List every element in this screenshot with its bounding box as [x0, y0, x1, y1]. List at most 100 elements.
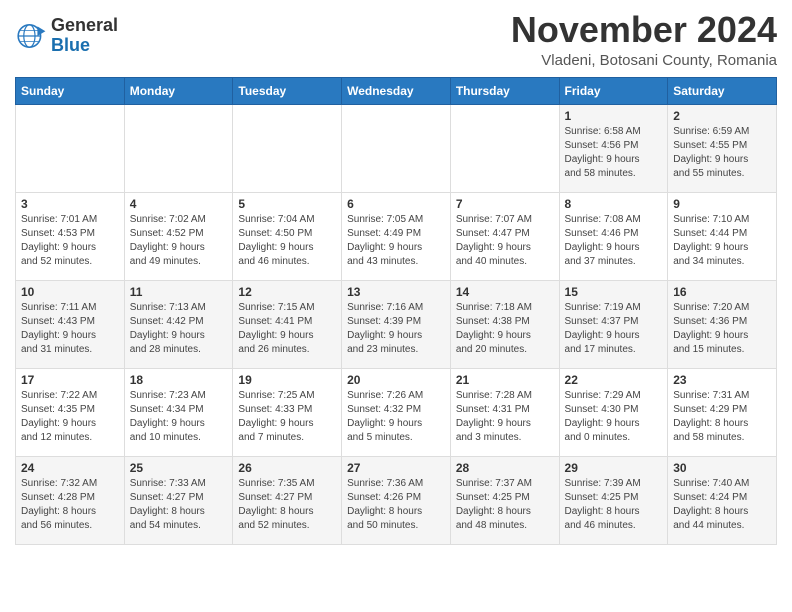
day-info: Sunrise: 7:08 AM Sunset: 4:46 PM Dayligh… [565, 213, 663, 269]
day-number: 20 [347, 373, 445, 387]
logo-text: General Blue [51, 16, 118, 56]
calendar-container: General Blue November 2024 Vladeni, Boto… [0, 0, 792, 560]
day-number: 7 [456, 197, 554, 211]
day-info: Sunrise: 7:23 AM Sunset: 4:34 PM Dayligh… [130, 389, 228, 445]
calendar-cell: 13Sunrise: 7:16 AM Sunset: 4:39 PM Dayli… [342, 280, 451, 368]
day-number: 1 [565, 109, 663, 123]
calendar-cell [124, 104, 233, 192]
day-number: 12 [238, 285, 336, 299]
day-info: Sunrise: 7:10 AM Sunset: 4:44 PM Dayligh… [673, 213, 771, 269]
calendar-week-row: 1 Sunrise: 6:58 AM Sunset: 4:56 PM Daylig… [16, 104, 777, 192]
day-info: Sunrise: 7:28 AM Sunset: 4:31 PM Dayligh… [456, 389, 554, 445]
logo-icon [15, 20, 47, 52]
calendar-cell: 26Sunrise: 7:35 AM Sunset: 4:27 PM Dayli… [233, 456, 342, 544]
calendar-header-row: SundayMondayTuesdayWednesdayThursdayFrid… [16, 77, 777, 104]
calendar-cell: 28Sunrise: 7:37 AM Sunset: 4:25 PM Dayli… [450, 456, 559, 544]
day-info: Sunrise: 7:01 AM Sunset: 4:53 PM Dayligh… [21, 213, 119, 269]
day-number: 21 [456, 373, 554, 387]
day-info: Sunrise: 7:16 AM Sunset: 4:39 PM Dayligh… [347, 301, 445, 357]
day-info: Sunrise: 7:04 AM Sunset: 4:50 PM Dayligh… [238, 213, 336, 269]
calendar-cell: 10Sunrise: 7:11 AM Sunset: 4:43 PM Dayli… [16, 280, 125, 368]
day-info: Sunrise: 7:15 AM Sunset: 4:41 PM Dayligh… [238, 301, 336, 357]
day-info: Sunrise: 7:37 AM Sunset: 4:25 PM Dayligh… [456, 477, 554, 533]
calendar-cell: 24 Sunrise: 7:32 AM Sunset: 4:28 PM Dayli… [16, 456, 125, 544]
day-number: 2 [673, 109, 771, 123]
col-header-tuesday: Tuesday [233, 77, 342, 104]
day-number: 27 [347, 461, 445, 475]
day-number: 11 [130, 285, 228, 299]
calendar-cell: 27 Sunrise: 7:36 AM Sunset: 4:26 PM Dayli… [342, 456, 451, 544]
calendar-cell: 25Sunrise: 7:33 AM Sunset: 4:27 PM Dayli… [124, 456, 233, 544]
day-number: 18 [130, 373, 228, 387]
calendar-cell: 8 Sunrise: 7:08 AM Sunset: 4:46 PM Daylig… [559, 192, 668, 280]
calendar-cell: 21 Sunrise: 7:28 AM Sunset: 4:31 PM Dayli… [450, 368, 559, 456]
calendar-cell: 23 Sunrise: 7:31 AM Sunset: 4:29 PM Dayli… [668, 368, 777, 456]
day-number: 19 [238, 373, 336, 387]
calendar-cell: 20 Sunrise: 7:26 AM Sunset: 4:32 PM Dayli… [342, 368, 451, 456]
day-info: Sunrise: 7:05 AM Sunset: 4:49 PM Dayligh… [347, 213, 445, 269]
header: General Blue November 2024 Vladeni, Boto… [15, 10, 777, 69]
day-info: Sunrise: 7:25 AM Sunset: 4:33 PM Dayligh… [238, 389, 336, 445]
day-info: Sunrise: 7:39 AM Sunset: 4:25 PM Dayligh… [565, 477, 663, 533]
calendar-cell: 12 Sunrise: 7:15 AM Sunset: 4:41 PM Dayli… [233, 280, 342, 368]
logo-general: General [51, 15, 118, 35]
calendar-cell: 15 Sunrise: 7:19 AM Sunset: 4:37 PM Dayli… [559, 280, 668, 368]
calendar-cell: 7Sunrise: 7:07 AM Sunset: 4:47 PM Daylig… [450, 192, 559, 280]
day-number: 24 [21, 461, 119, 475]
calendar-cell: 29Sunrise: 7:39 AM Sunset: 4:25 PM Dayli… [559, 456, 668, 544]
calendar-week-row: 3Sunrise: 7:01 AM Sunset: 4:53 PM Daylig… [16, 192, 777, 280]
col-header-monday: Monday [124, 77, 233, 104]
logo-blue: Blue [51, 35, 90, 55]
calendar-week-row: 10Sunrise: 7:11 AM Sunset: 4:43 PM Dayli… [16, 280, 777, 368]
day-number: 14 [456, 285, 554, 299]
day-info: Sunrise: 7:26 AM Sunset: 4:32 PM Dayligh… [347, 389, 445, 445]
calendar-cell: 18 Sunrise: 7:23 AM Sunset: 4:34 PM Dayli… [124, 368, 233, 456]
calendar-cell: 5 Sunrise: 7:04 AM Sunset: 4:50 PM Daylig… [233, 192, 342, 280]
calendar-cell: 6 Sunrise: 7:05 AM Sunset: 4:49 PM Daylig… [342, 192, 451, 280]
day-number: 4 [130, 197, 228, 211]
day-number: 15 [565, 285, 663, 299]
calendar-cell: 9 Sunrise: 7:10 AM Sunset: 4:44 PM Daylig… [668, 192, 777, 280]
day-info: Sunrise: 6:59 AM Sunset: 4:55 PM Dayligh… [673, 125, 771, 181]
day-number: 23 [673, 373, 771, 387]
col-header-friday: Friday [559, 77, 668, 104]
calendar-cell [233, 104, 342, 192]
day-info: Sunrise: 7:22 AM Sunset: 4:35 PM Dayligh… [21, 389, 119, 445]
calendar-cell: 11Sunrise: 7:13 AM Sunset: 4:42 PM Dayli… [124, 280, 233, 368]
calendar-cell [342, 104, 451, 192]
day-number: 5 [238, 197, 336, 211]
day-info: Sunrise: 7:32 AM Sunset: 4:28 PM Dayligh… [21, 477, 119, 533]
day-info: Sunrise: 7:40 AM Sunset: 4:24 PM Dayligh… [673, 477, 771, 533]
title-section: November 2024 Vladeni, Botosani County, … [511, 10, 777, 69]
day-info: Sunrise: 7:02 AM Sunset: 4:52 PM Dayligh… [130, 213, 228, 269]
day-number: 10 [21, 285, 119, 299]
calendar-cell: 22 Sunrise: 7:29 AM Sunset: 4:30 PM Dayli… [559, 368, 668, 456]
day-info: Sunrise: 7:18 AM Sunset: 4:38 PM Dayligh… [456, 301, 554, 357]
day-info: Sunrise: 7:33 AM Sunset: 4:27 PM Dayligh… [130, 477, 228, 533]
col-header-thursday: Thursday [450, 77, 559, 104]
calendar-cell: 14 Sunrise: 7:18 AM Sunset: 4:38 PM Dayli… [450, 280, 559, 368]
day-number: 26 [238, 461, 336, 475]
day-info: Sunrise: 7:36 AM Sunset: 4:26 PM Dayligh… [347, 477, 445, 533]
day-info: Sunrise: 7:19 AM Sunset: 4:37 PM Dayligh… [565, 301, 663, 357]
day-number: 9 [673, 197, 771, 211]
calendar-cell: 17 Sunrise: 7:22 AM Sunset: 4:35 PM Dayli… [16, 368, 125, 456]
calendar-week-row: 17 Sunrise: 7:22 AM Sunset: 4:35 PM Dayli… [16, 368, 777, 456]
day-number: 17 [21, 373, 119, 387]
calendar-cell [450, 104, 559, 192]
calendar-cell: 4 Sunrise: 7:02 AM Sunset: 4:52 PM Daylig… [124, 192, 233, 280]
calendar-cell: 2 Sunrise: 6:59 AM Sunset: 4:55 PM Daylig… [668, 104, 777, 192]
calendar-cell: 19 Sunrise: 7:25 AM Sunset: 4:33 PM Dayli… [233, 368, 342, 456]
day-info: Sunrise: 7:31 AM Sunset: 4:29 PM Dayligh… [673, 389, 771, 445]
day-number: 6 [347, 197, 445, 211]
logo: General Blue [15, 16, 118, 56]
day-info: Sunrise: 7:29 AM Sunset: 4:30 PM Dayligh… [565, 389, 663, 445]
day-info: Sunrise: 6:58 AM Sunset: 4:56 PM Dayligh… [565, 125, 663, 181]
day-number: 8 [565, 197, 663, 211]
calendar-cell: 16Sunrise: 7:20 AM Sunset: 4:36 PM Dayli… [668, 280, 777, 368]
day-number: 22 [565, 373, 663, 387]
col-header-saturday: Saturday [668, 77, 777, 104]
location-subtitle: Vladeni, Botosani County, Romania [511, 52, 777, 69]
day-number: 16 [673, 285, 771, 299]
col-header-sunday: Sunday [16, 77, 125, 104]
